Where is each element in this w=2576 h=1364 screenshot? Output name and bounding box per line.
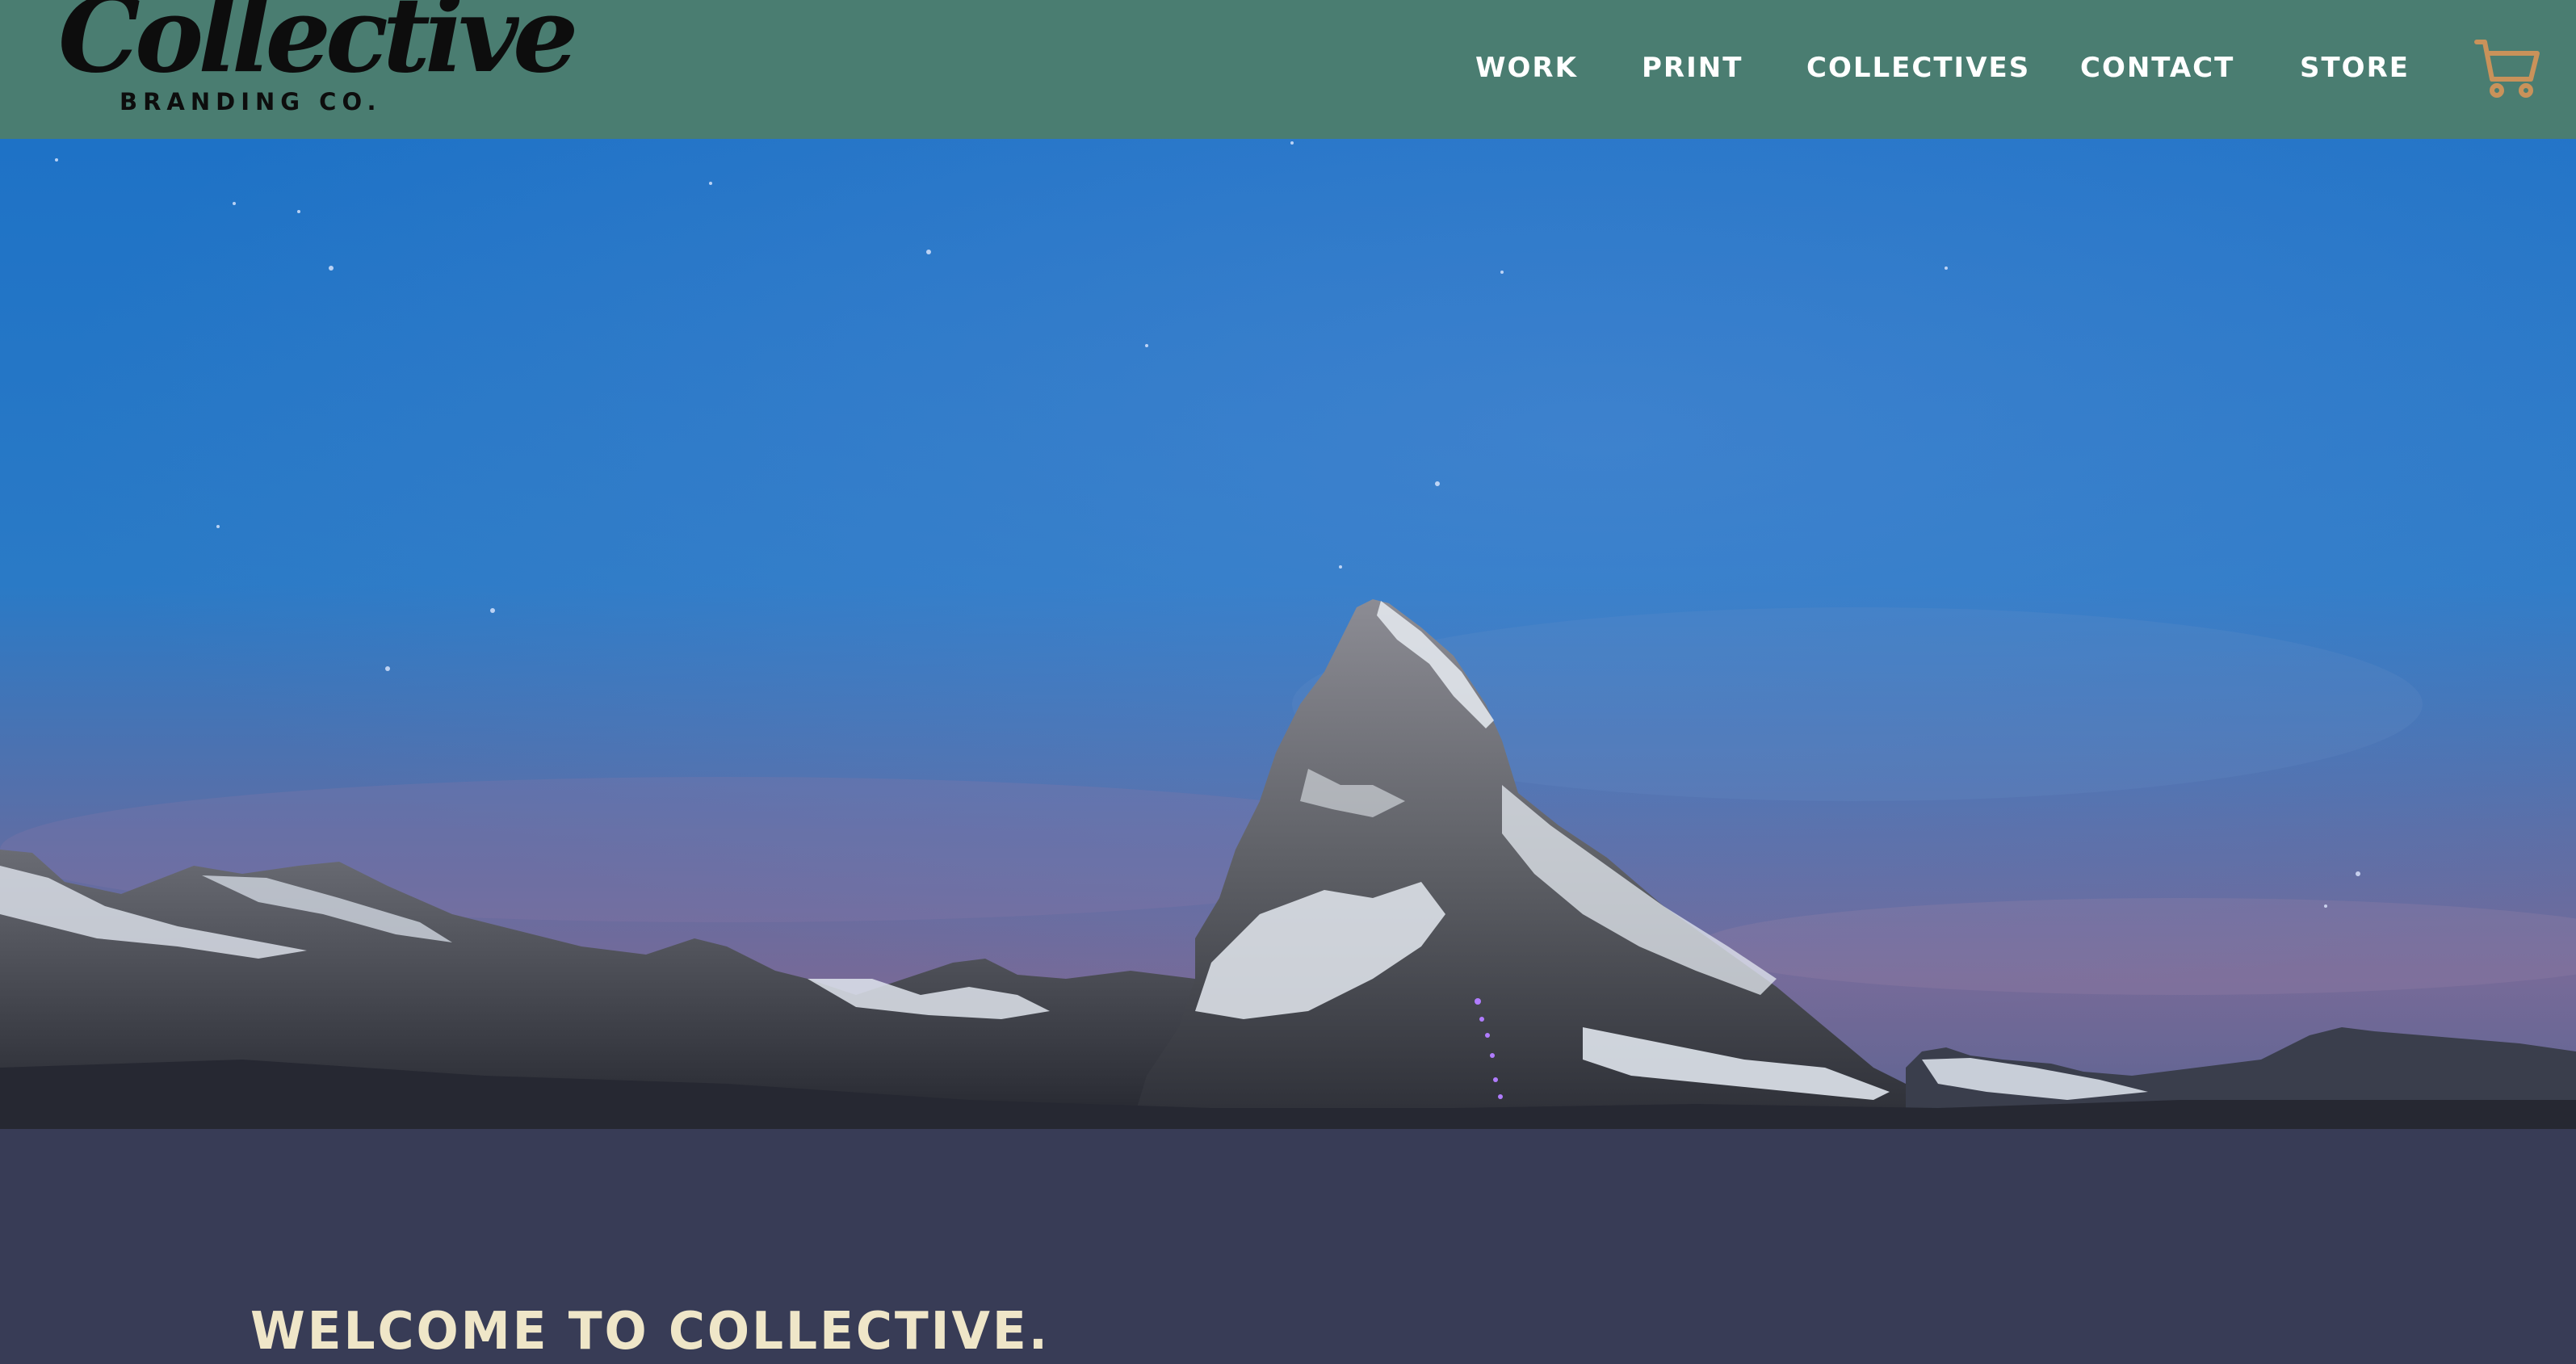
nav-item-print[interactable]: PRINT — [1642, 50, 1743, 86]
shopping-cart-icon[interactable] — [2474, 39, 2540, 100]
nav-item-collectives[interactable]: COLLECTIVES — [1806, 50, 2030, 86]
brand-name: Collective — [58, 0, 578, 96]
nav-item-contact[interactable]: CONTACT — [2080, 50, 2234, 86]
nav-item-store[interactable]: STORE — [2300, 50, 2410, 86]
nav-item-work[interactable]: WORK — [1475, 50, 1578, 86]
brand-subtitle: BRANDING CO. — [120, 88, 382, 115]
site-header: Collective BRANDING CO. WORK PRINT COLLE… — [0, 0, 2576, 139]
hero-image — [0, 139, 2576, 1129]
brand-logo[interactable]: Collective BRANDING CO. — [58, 0, 578, 121]
welcome-heading: WELCOME TO COLLECTIVE. — [250, 1301, 1050, 1362]
